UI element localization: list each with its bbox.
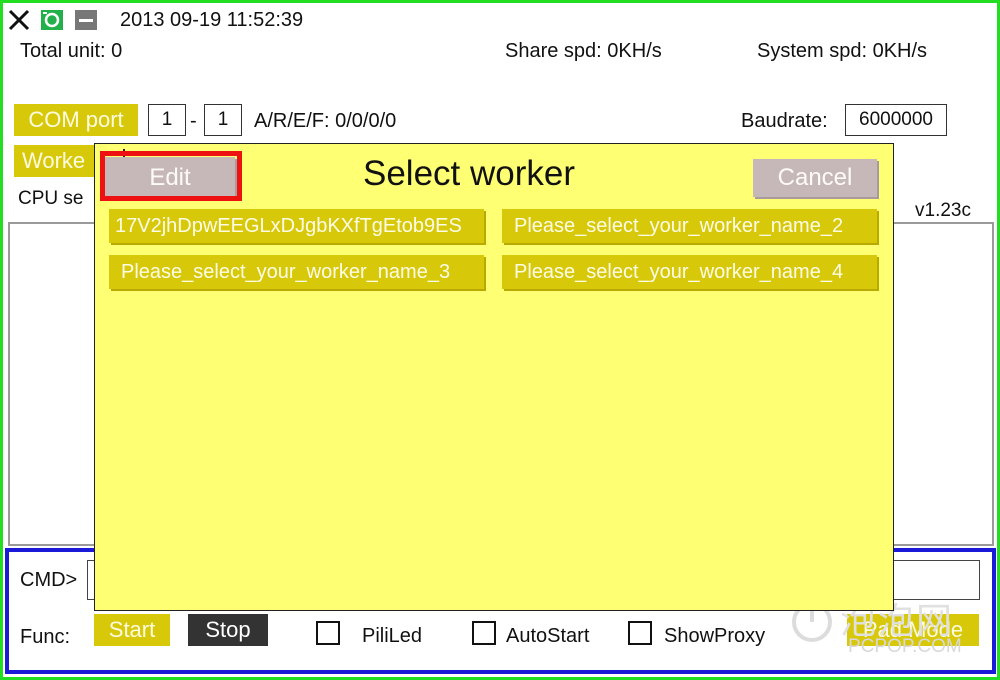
com-port-from-field[interactable]: 1 xyxy=(148,104,186,136)
baudrate-label: Baudrate: xyxy=(741,110,828,132)
showproxy-checkbox[interactable] xyxy=(628,621,652,645)
cmd-label: CMD> xyxy=(20,569,78,591)
worker-option-3[interactable]: Please_select_your_worker_name_3 xyxy=(109,255,484,289)
com-port-to-field[interactable]: 1 xyxy=(204,104,242,136)
cpu-label: CPU se xyxy=(18,188,84,209)
worker-option-1[interactable]: 17V2jhDpwEEGLxDJgbKXfTgEtob9ES xyxy=(109,209,484,243)
camera-icon[interactable] xyxy=(40,8,64,32)
watermark-en: PCPOP.COM xyxy=(848,636,962,657)
aref-status-label: A/R/E/F: 0/0/0/0 xyxy=(254,110,397,132)
datetime-label: 2013 09-19 11:52:39 xyxy=(120,9,304,31)
dialog-title: Select worker xyxy=(363,154,576,193)
com-port-dash: - xyxy=(190,110,197,132)
system-speed-label: System spd: 0KH/s xyxy=(757,40,928,62)
worker-option-2[interactable]: Please_select_your_worker_name_2 xyxy=(502,209,877,243)
autostart-checkbox[interactable] xyxy=(472,621,496,645)
func-label: Func: xyxy=(20,626,71,648)
minimize-icon[interactable] xyxy=(74,8,98,32)
stop-button[interactable]: Stop xyxy=(188,614,268,646)
version-label: v1.23c xyxy=(915,200,971,221)
baudrate-field[interactable]: 6000000 xyxy=(845,104,947,136)
edit-highlight-box xyxy=(100,151,242,201)
share-speed-label: Share spd: 0KH/s xyxy=(505,40,662,62)
select-worker-dialog: Edit Select worker Cancel 17V2jhDpwEEGLx… xyxy=(94,143,894,611)
com-port-button[interactable]: COM port xyxy=(14,104,138,136)
x-icon[interactable] xyxy=(7,8,31,32)
autostart-label: AutoStart xyxy=(506,625,590,647)
cancel-button[interactable]: Cancel xyxy=(753,159,877,197)
start-button[interactable]: Start xyxy=(94,614,170,646)
showproxy-label: ShowProxy xyxy=(664,625,766,647)
pililed-checkbox[interactable] xyxy=(316,621,340,645)
total-unit-label: Total unit: 0 xyxy=(20,40,123,62)
pililed-label: PiliLed xyxy=(362,625,423,647)
worker-option-4[interactable]: Please_select_your_worker_name_4 xyxy=(502,255,877,289)
